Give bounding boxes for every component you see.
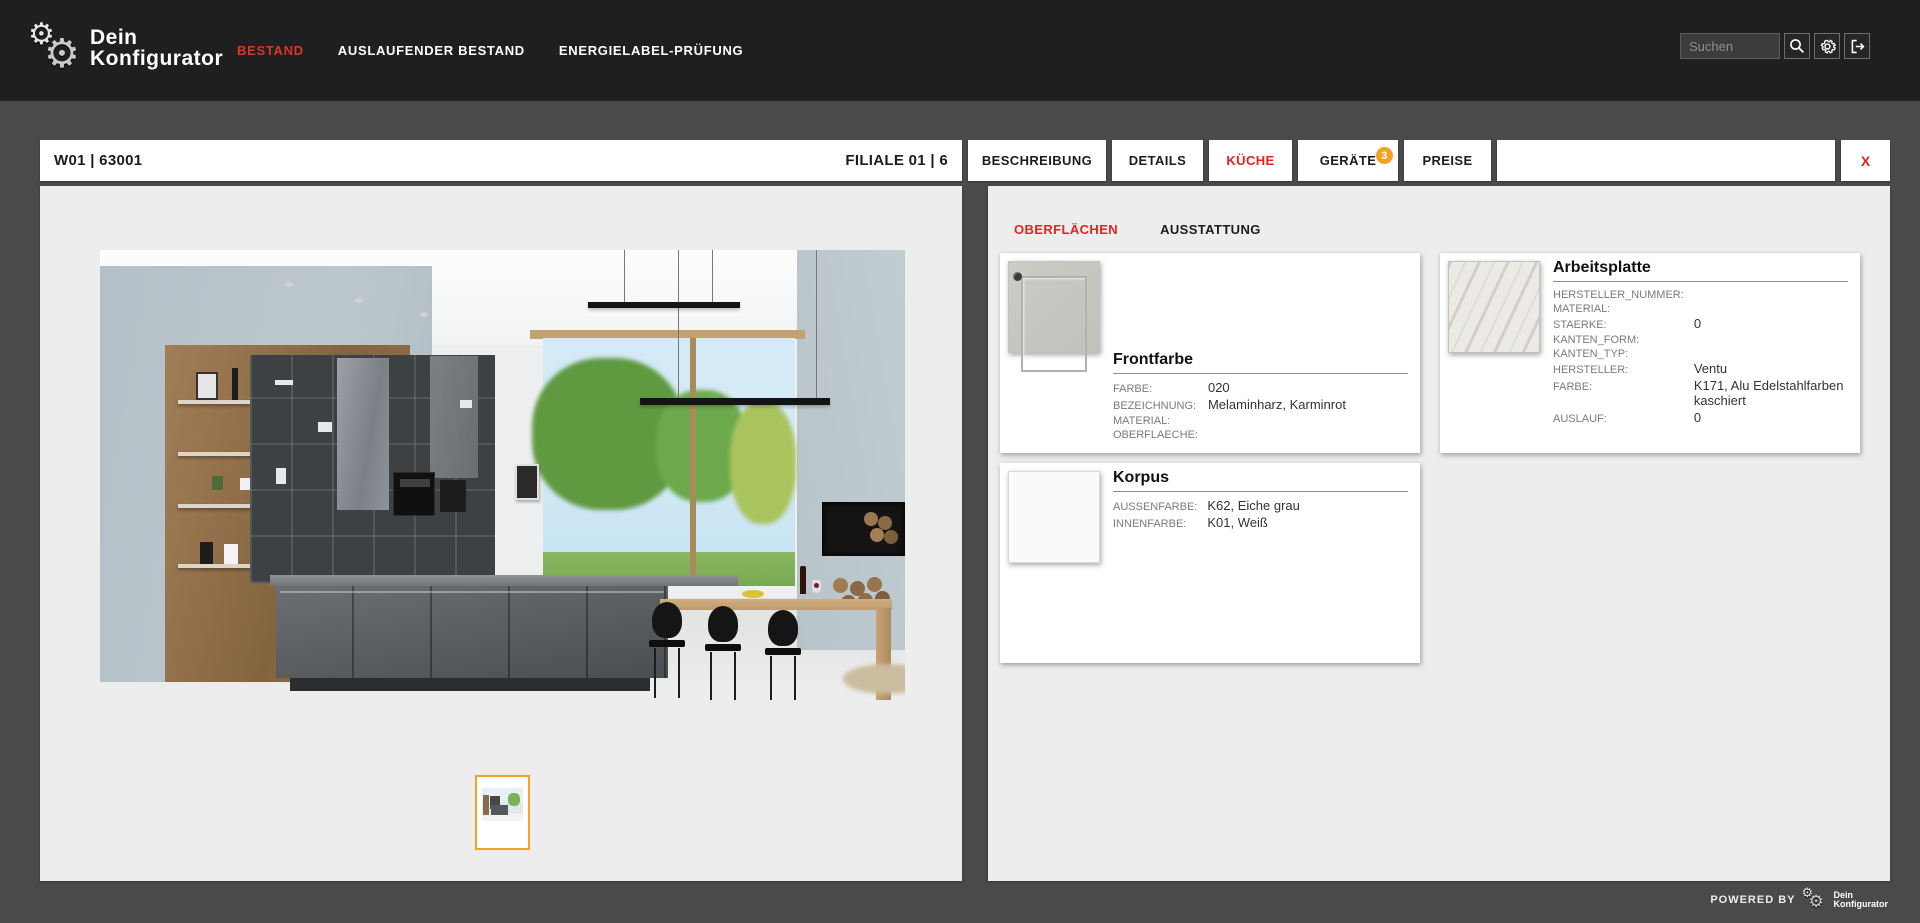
field-label: MATERIAL: [1553, 303, 1684, 315]
scene-chair [708, 606, 738, 642]
card-title: Frontfarbe [1113, 351, 1408, 374]
field-label: MATERIAL: [1113, 415, 1198, 427]
scene-fireplace [822, 502, 905, 556]
field-label: INNENFARBE: [1113, 518, 1197, 530]
field-label: KANTEN_FORM: [1553, 334, 1684, 346]
right-panel-body: OBERFLÄCHEN AUSSTATTUNG Frontfarbe FARBE… [988, 186, 1890, 881]
scene-firewood [833, 578, 848, 593]
field-label: KANTEN_TYP: [1553, 348, 1684, 360]
card-arbeitsplatte: Arbeitsplatte HERSTELLER_NUMMER: MATERIA… [1440, 253, 1860, 453]
settings-button[interactable] [1814, 33, 1840, 59]
subtab-oberflaechen[interactable]: OBERFLÄCHEN [1014, 222, 1118, 237]
scene-counter [270, 575, 738, 586]
field-label: STAERKE: [1553, 319, 1684, 331]
field-value: 0 [1694, 317, 1848, 332]
app-logo-text: Dein Konfigurator [90, 27, 223, 70]
field-value: Melaminharz, Karminrot [1208, 398, 1408, 413]
search-icon [1789, 38, 1805, 54]
field-value: K01, Weiß [1207, 516, 1408, 531]
app-logo[interactable]: ⚙ ⚙ Dein Konfigurator [28, 14, 223, 82]
geraete-count-badge: 3 [1376, 147, 1393, 164]
nav-item-auslaufender-bestand[interactable]: AUSLAUFENDER BESTAND [338, 43, 525, 58]
scene-fruit [742, 590, 764, 598]
field-value: Ventu [1694, 362, 1848, 377]
scene-wall-art [515, 464, 539, 500]
kitchen-thumbnail-selected[interactable] [475, 775, 530, 850]
field-label: FARBE: [1553, 381, 1684, 393]
field-value: 020 [1208, 381, 1408, 396]
left-panel-header: W01 | 63001 FILIALE 01 | 6 [40, 140, 962, 181]
scene-wine-glass [812, 580, 821, 593]
scene-table [660, 599, 892, 610]
logout-button[interactable] [1844, 33, 1870, 59]
search-input[interactable] [1680, 33, 1780, 59]
main-nav: BESTAND AUSLAUFENDER BESTAND ENERGIELABE… [237, 0, 743, 101]
tab-filler [1497, 140, 1835, 181]
field-label: OBERFLAECHE: [1113, 429, 1198, 441]
tab-details[interactable]: DETAILS [1112, 140, 1203, 181]
scene-wine-bottle [800, 566, 806, 594]
tab-geraete[interactable]: GERÄTE 3 [1298, 140, 1398, 181]
scene-coffee-machine [440, 480, 466, 512]
field-value: 0 [1694, 411, 1848, 426]
field-label: FARBE: [1113, 383, 1198, 395]
card-frontfarbe: Frontfarbe FARBE: 020 BEZEICHNUNG: Melam… [1000, 253, 1420, 453]
left-panel-body [40, 186, 962, 881]
scene-tree [730, 402, 796, 524]
card-korpus: Korpus AUSSENFARBE: K62, Eiche grau INNE… [1000, 463, 1420, 663]
tab-kueche[interactable]: KÜCHE [1209, 140, 1292, 181]
kitchen-thumbnail-image [482, 788, 523, 821]
subtabs: OBERFLÄCHEN AUSSTATTUNG [988, 186, 1890, 237]
arbeitsplatte-swatch [1448, 261, 1540, 353]
gears-icon: ⚙ ⚙ [28, 14, 86, 82]
field-label: HERSTELLER: [1553, 364, 1684, 376]
powered-by: POWERED BY ⚙ ⚙ Dein Konfigurator [1710, 887, 1888, 913]
field-label: AUSLAUF: [1553, 413, 1684, 425]
kitchen-photo[interactable] [100, 250, 905, 700]
topbar: ⚙ ⚙ Dein Konfigurator BESTAND AUSLAUFEND… [0, 0, 1920, 101]
scene-pendant-light [588, 302, 740, 308]
subtab-ausstattung[interactable]: AUSSTATTUNG [1160, 222, 1261, 237]
field-label: AUSSENFARBE: [1113, 501, 1197, 513]
tab-preise[interactable]: PREISE [1404, 140, 1491, 181]
footer-logo-text: Dein Konfigurator [1834, 891, 1889, 910]
field-label: HERSTELLER_NUMMER: [1553, 289, 1684, 301]
scene-chair [652, 602, 682, 638]
detail-tabs: BESCHREIBUNG DETAILS KÜCHE GERÄTE 3 PREI… [968, 140, 1890, 181]
powered-by-label: POWERED BY [1710, 894, 1795, 906]
close-panel-button[interactable]: X [1841, 140, 1890, 181]
scene-firewood [864, 512, 878, 526]
logout-icon [1849, 38, 1866, 55]
footer-gears-icon: ⚙ ⚙ [1802, 887, 1828, 913]
field-label: BEZEICHNUNG: [1113, 400, 1198, 412]
field-value: K171, Alu Edelstahlfarben kaschiert [1694, 379, 1848, 409]
frontfarbe-swatch [1008, 261, 1100, 353]
search-button[interactable] [1784, 33, 1810, 59]
filiale-label: FILIALE 01 | 6 [845, 152, 948, 169]
card-title: Korpus [1113, 469, 1408, 492]
nav-item-energielabel-pruefung[interactable]: ENERGIELABEL-PRÜFUNG [559, 43, 743, 58]
tab-beschreibung[interactable]: BESCHREIBUNG [968, 140, 1106, 181]
scene-pendant-light [640, 398, 830, 405]
search-cluster [1680, 33, 1870, 59]
field-value: K62, Eiche grau [1207, 499, 1408, 514]
configuration-id: W01 | 63001 [54, 152, 142, 169]
gear-icon [1819, 38, 1836, 55]
card-title: Arbeitsplatte [1553, 259, 1848, 282]
scene-oven [393, 472, 435, 516]
scene-chair [768, 610, 798, 646]
korpus-swatch [1008, 471, 1100, 563]
nav-item-bestand[interactable]: BESTAND [237, 43, 304, 58]
scene-island [276, 586, 668, 678]
